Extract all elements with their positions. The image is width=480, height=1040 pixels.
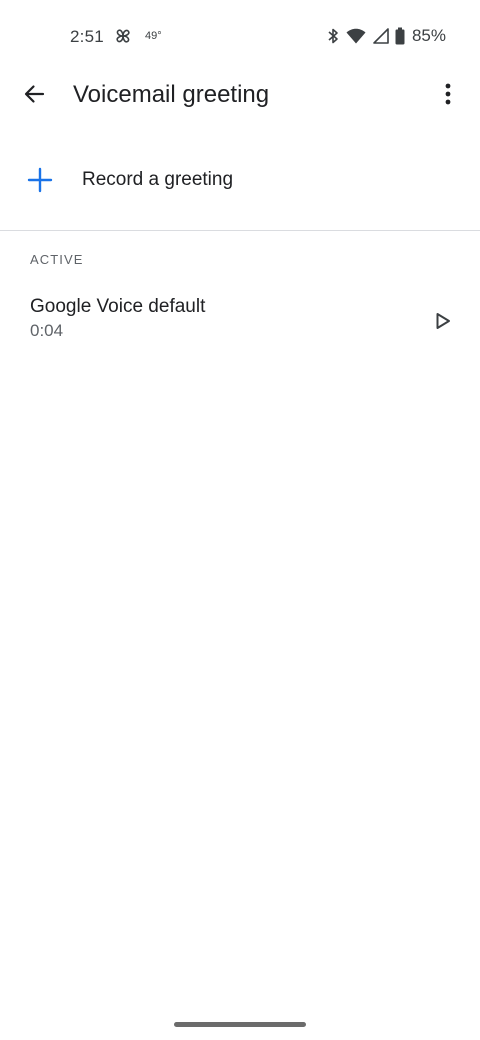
divider	[0, 230, 480, 231]
more-vert-icon	[444, 82, 452, 111]
greeting-duration: 0:04	[30, 321, 64, 340]
battery-percentage: 85%	[411, 26, 446, 45]
status-time: 2:51	[70, 27, 104, 46]
play-button[interactable]	[426, 306, 460, 340]
greeting-name: Google Voice default	[30, 296, 206, 317]
section-header-active: ACTIVE	[30, 252, 84, 267]
greeting-list-item[interactable]: Google Voice default 0:04	[0, 284, 480, 360]
status-temperature: 49°	[145, 30, 162, 42]
gesture-navigation-bar[interactable]	[174, 1022, 306, 1027]
bluetooth-icon	[326, 27, 340, 45]
status-icons: 85%	[326, 26, 446, 46]
arrow-back-icon	[22, 82, 46, 111]
page-title: Voicemail greeting	[73, 81, 270, 108]
app-bar: Voicemail greeting	[0, 72, 480, 120]
voicemail-greeting-screen: 2:51 49° 85% Voicemail greeting Record a…	[0, 0, 480, 1040]
record-greeting-label: Record a greeting	[82, 169, 234, 190]
back-button[interactable]	[16, 78, 52, 114]
wifi-icon	[346, 28, 366, 44]
battery-icon	[395, 27, 405, 45]
plus-icon	[27, 167, 53, 193]
play-icon	[435, 312, 451, 335]
cell-signal-icon	[372, 28, 389, 44]
status-bar: 2:51 49° 85%	[0, 0, 480, 72]
more-options-button[interactable]	[430, 78, 466, 114]
pinwheel-icon	[113, 26, 133, 46]
record-greeting-button[interactable]: Record a greeting	[0, 148, 480, 212]
